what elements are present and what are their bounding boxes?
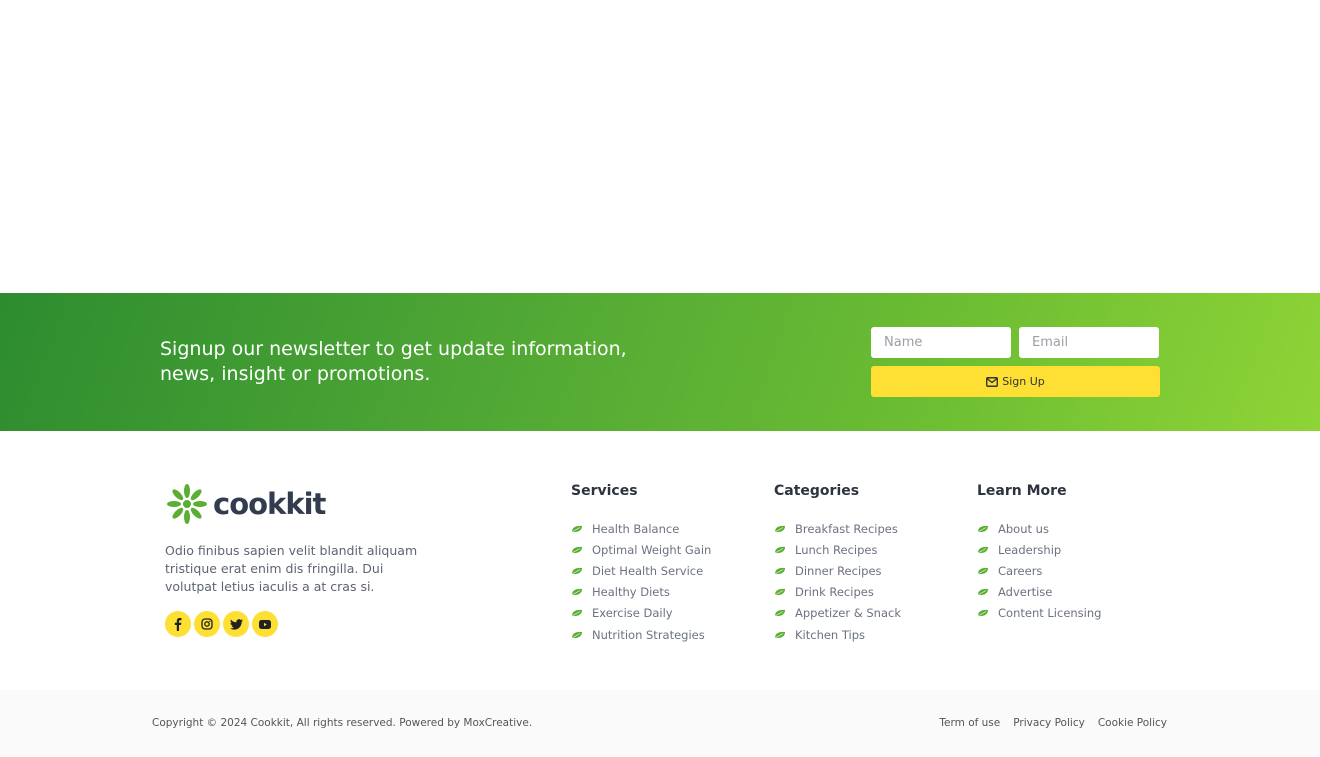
footer-link[interactable]: Content Licensing [977, 603, 1101, 624]
footer-link[interactable]: Optimal Weight Gain [571, 539, 711, 560]
bottom-bar: Copyright © 2024 Cookkit, All rights res… [0, 690, 1320, 757]
leaf-icon [774, 631, 785, 638]
leaf-icon [571, 546, 582, 554]
column-title: Categories [774, 483, 860, 499]
footer-link-label: Healthy Diets [592, 585, 670, 600]
privacy-policy-link[interactable]: Privacy Policy [1013, 717, 1085, 729]
footer-link[interactable]: Dinner Recipes [774, 560, 901, 581]
footer-link-label: Content Licensing [998, 606, 1102, 621]
footer-link[interactable]: Breakfast Recipes [774, 518, 901, 539]
name-input[interactable] [871, 327, 1011, 358]
footer-column-learn-more: Learn More About us Leadership Careers Adve… [977, 483, 1101, 624]
copyright: Copyright © 2024 Cookkit, All rights res… [152, 717, 533, 729]
footer-link-label: Diet Health Service [592, 563, 704, 578]
email-input[interactable] [1019, 327, 1159, 358]
leaf-icon [571, 567, 582, 575]
instagram-icon [201, 618, 213, 630]
leaf-icon [571, 589, 582, 596]
column-title: Learn More [977, 483, 1067, 499]
leaf-icon [977, 546, 988, 554]
newsletter-text: Signup our newsletter to get update info… [160, 338, 627, 385]
footer-link[interactable]: Exercise Daily [571, 603, 711, 624]
envelope-icon [986, 376, 999, 387]
footer-link-label: Advertise [998, 585, 1053, 600]
footer-link[interactable]: Careers [977, 560, 1101, 581]
footer-link[interactable]: About us [977, 518, 1101, 539]
footer-link[interactable]: Nutrition Strategies [571, 624, 711, 645]
leaf-icon [977, 567, 988, 575]
footer-link-label: Kitchen Tips [795, 627, 866, 642]
footer-link[interactable]: Kitchen Tips [774, 624, 901, 645]
leaf-icon [774, 589, 785, 596]
leaf-icon [571, 525, 582, 532]
youtube-icon [259, 619, 271, 629]
footer-link-label: Careers [998, 563, 1043, 578]
footer-link[interactable]: Lunch Recipes [774, 539, 901, 560]
footer-link-label: Drink Recipes [795, 585, 874, 600]
newsletter-band: Signup our newsletter to get update info… [0, 293, 1320, 431]
footer-column-services: Services Health Balance Optimal Weight Ga… [571, 483, 711, 645]
facebook-link[interactable] [165, 611, 191, 637]
sign-up-label: Sign Up [1002, 375, 1045, 388]
leaf-icon [571, 631, 582, 638]
footer-link-label: Optimal Weight Gain [592, 542, 712, 557]
cookie-policy-link[interactable]: Cookie Policy [1098, 717, 1167, 729]
term-of-use-link[interactable]: Term of use [939, 717, 1000, 729]
leaf-icon [774, 525, 785, 532]
footer-link[interactable]: Appetizer & Snack [774, 603, 901, 624]
leaf-icon [774, 567, 785, 575]
leaf-icon [774, 546, 785, 554]
footer-link-label: Lunch Recipes [795, 542, 878, 557]
footer-link[interactable]: Health Balance [571, 518, 711, 539]
footer-link-label: Dinner Recipes [795, 563, 882, 578]
twitter-icon [229, 618, 243, 630]
logo-text: cookkit [213, 487, 326, 521]
footer-link-label: About us [998, 521, 1049, 536]
footer-link-label: Leadership [998, 542, 1062, 557]
leaf-icon [977, 589, 988, 596]
leaf-icon [571, 610, 582, 617]
leaf-icon [774, 610, 785, 617]
leaf-icon [977, 610, 988, 617]
footer-link-label: Nutrition Strategies [592, 627, 705, 642]
footer-link[interactable]: Advertise [977, 582, 1101, 603]
footer-link-label: Health Balance [592, 521, 680, 536]
youtube-link[interactable] [252, 611, 278, 637]
twitter-link[interactable] [223, 611, 249, 637]
footer-link[interactable]: Healthy Diets [571, 582, 711, 603]
column-title: Services [571, 483, 638, 499]
footer-link-label: Exercise Daily [592, 606, 673, 621]
footer-column-categories: Categories Breakfast Recipes Lunch Recipe… [774, 483, 901, 645]
footer-link[interactable]: Drink Recipes [774, 582, 901, 603]
social-links [165, 611, 278, 637]
instagram-link[interactable] [194, 611, 220, 637]
logo-icon [167, 484, 207, 524]
footer-link[interactable]: Diet Health Service [571, 560, 711, 581]
footer-link-label: Appetizer & Snack [795, 606, 901, 621]
logo[interactable]: cookkit [165, 482, 326, 526]
sign-up-button[interactable]: Sign Up [871, 366, 1160, 397]
facebook-icon [174, 617, 182, 631]
brand-description: Odio finibus sapien velit blandit aliqua… [165, 543, 418, 594]
legal-links: Term of use Privacy Policy Cookie Policy [939, 717, 1167, 729]
leaf-icon [977, 525, 988, 532]
footer-link[interactable]: Leadership [977, 539, 1101, 560]
footer-link-label: Breakfast Recipes [795, 521, 898, 536]
